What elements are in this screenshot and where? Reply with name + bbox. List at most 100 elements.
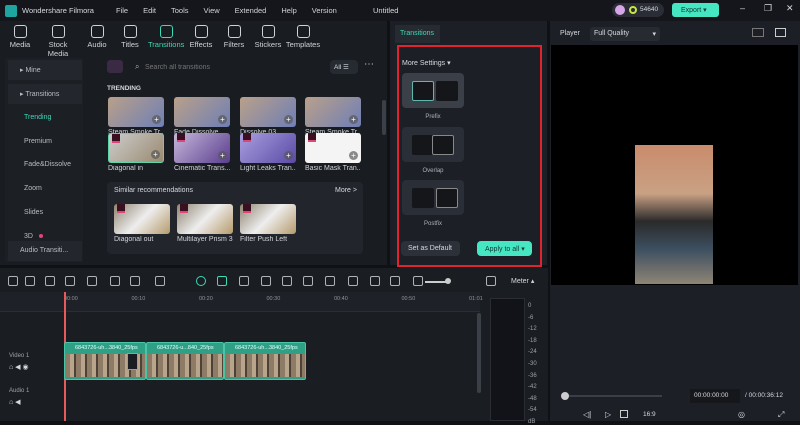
timeline-tool-icon[interactable]	[87, 276, 97, 286]
menu-view[interactable]: View	[204, 6, 220, 15]
add-icon: +	[151, 150, 160, 159]
total-time: / 00:00:36:12	[745, 392, 783, 399]
scrollbar[interactable]	[382, 100, 386, 135]
sidebar-item[interactable]: Slides	[8, 203, 82, 223]
apply-to-all-button[interactable]: Apply to all ▾	[477, 241, 532, 256]
option-label: Postfix	[423, 221, 442, 227]
credits-badge[interactable]: 54640	[612, 3, 664, 17]
timeline-tool-icon[interactable]	[390, 276, 400, 286]
timeline-tool-icon[interactable]	[282, 276, 292, 286]
transition-card[interactable]: +Steam Smoke Tr...	[305, 97, 361, 136]
audio-icon	[90, 25, 104, 38]
play-icon[interactable]: ▷	[605, 410, 611, 419]
transition-card[interactable]: + Basic Mask Tran...	[305, 133, 361, 172]
timeline-scrollbar[interactable]	[477, 313, 481, 393]
search-input[interactable]	[145, 60, 315, 74]
timeline-tool-icon[interactable]	[486, 276, 496, 286]
toolbar-transitions[interactable]: Transitions	[148, 25, 184, 49]
timeline-tool-icon[interactable]	[303, 276, 313, 286]
ruler-label: 01:01	[469, 296, 483, 302]
transition-card[interactable]: +Fade Dissolve	[174, 97, 230, 136]
image-icon[interactable]	[775, 28, 786, 37]
transition-card[interactable]: + Diagonal in	[108, 133, 164, 172]
timeline-tool-icon[interactable]	[325, 276, 335, 286]
track-lock-mute-eye-icons[interactable]: ⌂ ◀ ◉	[9, 363, 29, 371]
transition-card[interactable]: +Dissolve 03	[240, 97, 296, 136]
sidebar-item[interactable]: Premium	[8, 132, 82, 152]
timeline-tool-icon[interactable]	[45, 276, 55, 286]
toolbar-filters[interactable]: Filters	[216, 25, 252, 49]
menu-extended[interactable]: Extended	[235, 6, 267, 15]
menu-help[interactable]: Help	[281, 6, 296, 15]
scrubber-handle[interactable]	[561, 392, 569, 400]
audio-track-icons[interactable]: ⌂ ◀	[9, 398, 21, 406]
restore-button[interactable]: ❐	[764, 3, 772, 14]
option-postfix[interactable]	[402, 180, 464, 215]
menu-version[interactable]: Version	[312, 6, 337, 15]
timeline-tool-icon[interactable]	[8, 276, 18, 286]
set-default-button[interactable]: Set as Default	[401, 241, 460, 256]
timeline-tool-icon[interactable]	[155, 276, 165, 286]
similar-card[interactable]: Filter Push Left	[240, 204, 296, 243]
minimize-button[interactable]: –	[740, 3, 745, 13]
menu-edit[interactable]: Edit	[143, 6, 156, 15]
menu-tools[interactable]: Tools	[171, 6, 189, 15]
toolbar-titles[interactable]: Titles	[112, 25, 148, 49]
timeline-tool-icon[interactable]	[261, 276, 271, 286]
more-options-icon[interactable]: ⋯	[364, 59, 374, 70]
snapshot-icon[interactable]: ◎	[738, 410, 745, 419]
filter-dropdown[interactable]: All ☰	[330, 60, 358, 74]
fullscreen-icon[interactable]: ⤢	[778, 410, 784, 420]
similar-card[interactable]: Multilayer Prism 3	[177, 204, 233, 243]
timeline-tool-icon[interactable]	[110, 276, 120, 286]
timeline-tool-icon[interactable]	[130, 276, 140, 286]
sidebar-item[interactable]: Audio Transiti...	[8, 241, 82, 261]
timeline-tool-icon[interactable]	[239, 276, 249, 286]
toolbar-media[interactable]: Media	[2, 25, 38, 49]
sidebar-item[interactable]: ▸ Mine	[8, 60, 82, 80]
video-clip[interactable]: 6843726-uh...3840_25fps	[224, 342, 306, 380]
timeline-tool-icon[interactable]	[217, 276, 227, 286]
quality-dropdown[interactable]: Full Quality ▾	[590, 27, 660, 41]
transition-marker[interactable]	[127, 353, 138, 370]
layout-icon[interactable]	[752, 28, 764, 37]
timeline-tool-icon[interactable]	[196, 276, 206, 286]
timeline-tool-icon[interactable]	[370, 276, 380, 286]
toolbar-stock-media[interactable]: Stock Media	[40, 25, 76, 58]
video-clip[interactable]: 6843726-u...840_25fps	[146, 342, 224, 380]
prev-frame-icon[interactable]: ◁|	[583, 410, 591, 419]
timeline-tool-icon[interactable]	[348, 276, 358, 286]
sidebar-item[interactable]: Fade&Dissolve	[8, 155, 82, 175]
coin-icon	[629, 6, 637, 14]
more-settings-toggle[interactable]: More Settings ▾	[402, 59, 451, 67]
sidebar-item[interactable]: Trending	[8, 108, 82, 128]
playback-scrubber[interactable]	[562, 395, 662, 397]
option-overlap[interactable]	[402, 127, 464, 162]
export-button[interactable]: Export ▾	[672, 3, 719, 17]
toolbar-stickers[interactable]: Stickers	[250, 25, 286, 49]
toolbar-audio[interactable]: Audio	[79, 25, 115, 49]
transition-card[interactable]: + Cinematic Trans...	[174, 133, 230, 172]
transition-card[interactable]: + Light Leaks Tran...	[240, 133, 296, 172]
zoom-slider-handle[interactable]	[445, 278, 451, 284]
option-prefix[interactable]	[402, 73, 464, 108]
sidebar-item[interactable]: Zoom	[8, 179, 82, 199]
stop-icon[interactable]	[620, 410, 628, 418]
timeline-tool-icon[interactable]	[25, 276, 35, 286]
timeline-tool-icon[interactable]	[413, 276, 423, 286]
avatar[interactable]	[615, 5, 625, 15]
toolbar-templates[interactable]: Templates	[285, 25, 321, 49]
ratio-dropdown[interactable]: 16:9	[643, 411, 656, 418]
time-ruler[interactable]	[0, 292, 480, 312]
similar-card[interactable]: Diagonal out	[114, 204, 170, 243]
toolbar-effects[interactable]: Effects	[183, 25, 219, 49]
more-link[interactable]: More >	[335, 187, 357, 194]
close-button[interactable]: ✕	[786, 3, 794, 14]
favorite-toggle-icon[interactable]	[107, 60, 123, 73]
sidebar-item[interactable]: ▸ Transitions	[8, 84, 82, 104]
timeline-tool-icon[interactable]	[65, 276, 75, 286]
tab-transitions[interactable]: Transitions	[395, 25, 440, 43]
transition-card[interactable]: +Steam Smoke Tr...	[108, 97, 164, 136]
meter-dropdown[interactable]: Meter ▴	[511, 277, 534, 285]
menu-file[interactable]: File	[116, 6, 128, 15]
